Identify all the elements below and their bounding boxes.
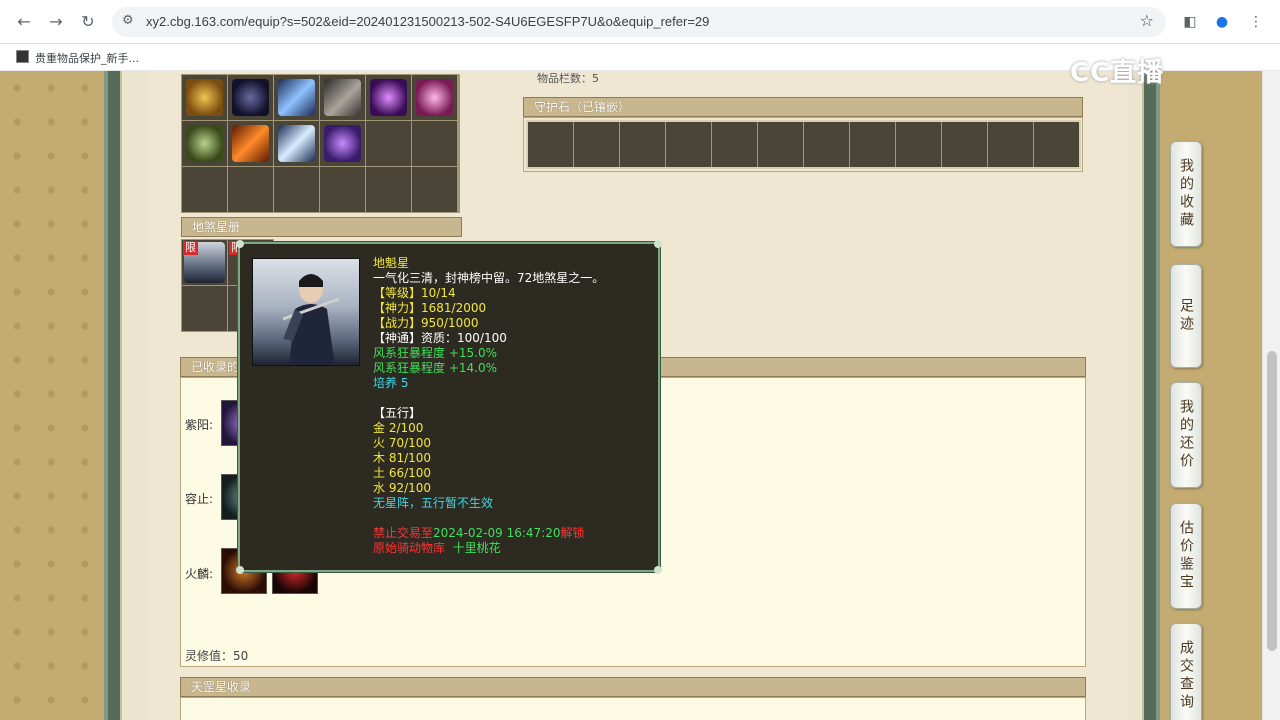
star-shenli: 【神力】1681/2000	[373, 301, 487, 315]
origin-value: 十里桃花	[452, 541, 501, 555]
forward-icon[interactable]: →	[44, 10, 68, 34]
star-attr-1: 风系狂暴程度 +15.0%	[373, 346, 497, 360]
disha-slot[interactable]	[182, 286, 227, 331]
tooltip-corner	[654, 240, 662, 248]
menu-icon[interactable]: ⋮	[1244, 10, 1268, 34]
item-slot[interactable]	[228, 167, 273, 212]
reload-icon[interactable]: ↻	[76, 10, 100, 34]
wuxing-title: 【五行】	[373, 406, 422, 420]
bookmark-favicon-icon	[16, 50, 29, 63]
item-grid	[181, 74, 460, 213]
item-slot[interactable]	[412, 121, 457, 166]
scrollbar-thumb[interactable]	[1267, 351, 1277, 651]
guard-stone-header: 守护石（已镶嵌）	[523, 97, 1083, 117]
item-slot[interactable]	[412, 167, 457, 212]
side-tab-favorites[interactable]: 我的收藏	[1170, 141, 1202, 247]
site-info-icon[interactable]: ⚙	[122, 13, 134, 28]
guard-stone-slot[interactable]	[1034, 122, 1079, 167]
item-slot[interactable]	[320, 167, 365, 212]
origin-line: 原始骑动物库 十里桃花	[373, 541, 653, 556]
guard-stone-slot[interactable]	[942, 122, 987, 167]
tooltip-corner	[236, 566, 244, 574]
trade-lock-line: 禁止交易至2024-02-09 16:47:20解锁	[373, 526, 653, 541]
item-slot[interactable]	[274, 167, 319, 212]
item-slot[interactable]	[182, 75, 227, 120]
profile-icon[interactable]: ●	[1210, 10, 1234, 34]
guard-stone-slot[interactable]	[712, 122, 757, 167]
sidepanel-icon[interactable]: ◧	[1178, 10, 1202, 34]
star-name: 地魁星	[373, 256, 410, 270]
guard-stone-slot[interactable]	[988, 122, 1033, 167]
wuxing-jin: 金 2/100	[373, 421, 424, 435]
url-text[interactable]: xy2.cbg.163.com/equip?s=502&eid=20240123…	[146, 14, 709, 29]
star-peiyang: 培养 5	[373, 376, 409, 390]
disha-slot[interactable]: 限	[182, 240, 227, 285]
lock-time: 2024-02-09 16:47:20	[433, 526, 561, 540]
star-label-ziyang: 紫阳:	[185, 418, 214, 432]
guard-stone-slot[interactable]	[804, 122, 849, 167]
guard-stone-slot[interactable]	[620, 122, 665, 167]
item-count-note: 物品栏数：5	[537, 72, 599, 85]
tooltip-corner	[654, 566, 662, 574]
wuxing-huo: 火 70/100	[373, 436, 432, 450]
item-slot[interactable]	[366, 121, 411, 166]
item-slot[interactable]	[228, 75, 273, 120]
side-tab-history[interactable]: 足迹	[1170, 264, 1202, 368]
no-star-array: 无星阵，五行暂不生效	[373, 496, 494, 510]
star-tooltip: 地魁星 一气化三清，封神榜中留。72地煞星之一。 【等级】10/14 【神力】1…	[236, 240, 662, 574]
tiangang-panel	[180, 697, 1086, 720]
wuxing-mu: 木 81/100	[373, 451, 432, 465]
side-tab-my-offers[interactable]: 我的还价	[1170, 382, 1202, 488]
wuxing-shui: 水 92/100	[373, 481, 432, 495]
item-slot[interactable]	[412, 75, 457, 120]
star-attr-2: 风系狂暴程度 +14.0%	[373, 361, 497, 375]
side-tab-appraisal[interactable]: 估价鉴宝	[1170, 503, 1202, 609]
star-description: 一气化三清，封神榜中留。72地煞星之一。	[373, 271, 605, 285]
star-shentong: 【神通】资质：100/100	[373, 331, 507, 345]
guard-stone-grid	[526, 120, 1081, 169]
tooltip-corner	[236, 240, 244, 248]
side-tab-deal-search[interactable]: 成交查询	[1170, 623, 1202, 720]
item-slot[interactable]	[182, 121, 227, 166]
stream-watermark: CC直播	[1070, 58, 1165, 88]
item-slot[interactable]	[274, 121, 319, 166]
item-slot[interactable]	[274, 75, 319, 120]
guard-stone-slot[interactable]	[666, 122, 711, 167]
scrollbar[interactable]	[1262, 71, 1280, 720]
guard-stone-slot[interactable]	[850, 122, 895, 167]
guard-stone-slot[interactable]	[574, 122, 619, 167]
item-slot[interactable]	[366, 167, 411, 212]
bookmark-item[interactable]: 贵重物品保护_新手...	[35, 50, 139, 66]
lock-suffix: 解锁	[560, 526, 585, 540]
star-level: 【等级】10/14	[373, 286, 456, 300]
star-portrait	[252, 258, 360, 366]
guard-stone-slot[interactable]	[528, 122, 573, 167]
guard-stone-slot[interactable]	[758, 122, 803, 167]
item-slot[interactable]	[320, 75, 365, 120]
tiangang-header: 天罡星收录	[180, 677, 1086, 697]
star-label-huolin: 火麟:	[185, 567, 214, 581]
address-bar[interactable]: ⚙ xy2.cbg.163.com/equip?s=502&eid=202401…	[112, 7, 1166, 37]
star-label-rongzhi: 容止:	[185, 492, 214, 506]
tooltip-text: 地魁星 一气化三清，封神榜中留。72地煞星之一。 【等级】10/14 【神力】1…	[373, 256, 653, 556]
bookmark-star-icon[interactable]: ☆	[1140, 11, 1154, 30]
guard-stone-slot[interactable]	[896, 122, 941, 167]
lock-prefix: 禁止交易至	[373, 526, 434, 540]
disha-book-header: 地煞星册	[181, 217, 462, 237]
item-slot[interactable]	[228, 121, 273, 166]
item-slot[interactable]	[366, 75, 411, 120]
portrait-figure	[282, 274, 340, 365]
origin-prefix: 原始骑动物库	[373, 541, 446, 555]
browser-toolbar: ← → ↻ ⚙ xy2.cbg.163.com/equip?s=502&eid=…	[0, 0, 1280, 44]
back-icon[interactable]: ←	[12, 10, 36, 34]
star-zhanli: 【战力】950/1000	[373, 316, 479, 330]
limit-badge: 限	[183, 241, 198, 255]
item-slot[interactable]	[320, 121, 365, 166]
wuxing-tu: 土 66/100	[373, 466, 432, 480]
item-slot[interactable]	[182, 167, 227, 212]
ling-xiu-value: 灵修值：50	[185, 649, 249, 663]
